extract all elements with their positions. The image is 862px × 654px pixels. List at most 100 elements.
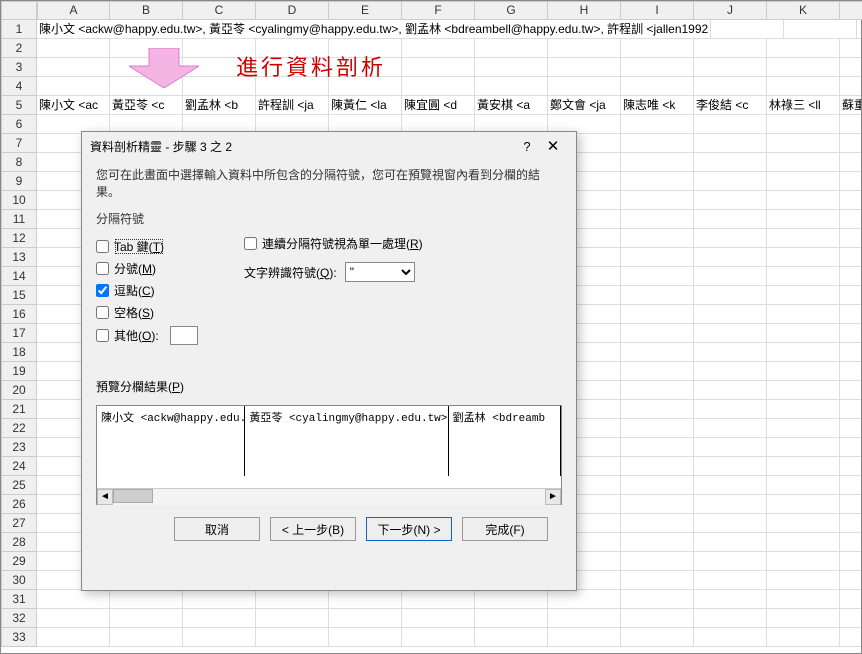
cell[interactable] <box>475 590 548 609</box>
cell[interactable] <box>621 286 694 305</box>
cell[interactable] <box>694 134 767 153</box>
cell[interactable] <box>767 248 840 267</box>
cell[interactable] <box>402 58 475 77</box>
cell[interactable] <box>694 305 767 324</box>
cell[interactable] <box>840 305 861 324</box>
cell[interactable] <box>548 58 621 77</box>
cell[interactable] <box>256 609 329 628</box>
cell[interactable] <box>256 628 329 647</box>
cell[interactable] <box>548 628 621 647</box>
cell[interactable] <box>840 457 861 476</box>
column-header[interactable]: K <box>767 1 840 20</box>
cell[interactable]: 陳小文 <ac <box>37 96 110 115</box>
delimiter-tab-label[interactable]: Tab 鍵(T) <box>114 238 164 255</box>
cell[interactable] <box>840 134 861 153</box>
cell[interactable]: 許程訓 <ja <box>256 96 329 115</box>
cell[interactable] <box>840 172 861 191</box>
cell[interactable] <box>767 438 840 457</box>
column-header[interactable]: H <box>548 1 621 20</box>
cell[interactable] <box>475 77 548 96</box>
cell[interactable] <box>840 362 861 381</box>
row-header[interactable]: 18 <box>1 343 37 362</box>
cell[interactable] <box>402 77 475 96</box>
cell[interactable] <box>840 628 861 647</box>
cell[interactable] <box>767 476 840 495</box>
delimiter-comma-label[interactable]: 逗點(C) <box>114 282 155 299</box>
cell[interactable] <box>694 267 767 286</box>
cell[interactable] <box>621 400 694 419</box>
row-header[interactable]: 16 <box>1 305 37 324</box>
cell[interactable] <box>621 134 694 153</box>
cell[interactable] <box>840 533 861 552</box>
row-header[interactable]: 4 <box>1 77 37 96</box>
select-all-corner[interactable] <box>1 1 37 20</box>
cell[interactable] <box>37 39 110 58</box>
cell[interactable] <box>475 39 548 58</box>
column-header[interactable]: I <box>621 1 694 20</box>
cell[interactable] <box>840 419 861 438</box>
cell[interactable] <box>548 590 621 609</box>
cell[interactable] <box>37 58 110 77</box>
cell[interactable] <box>767 324 840 343</box>
cell[interactable] <box>402 609 475 628</box>
cell[interactable] <box>767 191 840 210</box>
row-header[interactable]: 25 <box>1 476 37 495</box>
cell[interactable]: 陳小文 <ackw@happy.edu.tw>, 黃亞苓 <cyalingmy@… <box>37 20 711 39</box>
cell[interactable] <box>548 609 621 628</box>
cell[interactable] <box>694 476 767 495</box>
cell[interactable] <box>840 77 861 96</box>
cell[interactable]: 陳志唯 <k <box>621 96 694 115</box>
cell[interactable]: 陳黃仁 <la <box>329 96 402 115</box>
next-button[interactable]: 下一步(N) > <box>366 517 452 541</box>
row-header[interactable]: 8 <box>1 153 37 172</box>
cell[interactable] <box>621 590 694 609</box>
cell[interactable] <box>840 476 861 495</box>
column-header[interactable]: E <box>329 1 402 20</box>
cell[interactable] <box>621 248 694 267</box>
column-header[interactable]: J <box>694 1 767 20</box>
row-header[interactable]: 6 <box>1 115 37 134</box>
cell[interactable] <box>767 172 840 191</box>
consecutive-checkbox[interactable] <box>244 237 257 250</box>
finish-button[interactable]: 完成(F) <box>462 517 548 541</box>
row-header[interactable]: 17 <box>1 324 37 343</box>
delimiter-space-label[interactable]: 空格(S) <box>114 304 154 321</box>
cell[interactable] <box>621 115 694 134</box>
cell[interactable] <box>37 590 110 609</box>
row-header[interactable]: 9 <box>1 172 37 191</box>
cell[interactable] <box>840 381 861 400</box>
delimiter-other-checkbox[interactable] <box>96 329 109 342</box>
cell[interactable] <box>329 590 402 609</box>
cell[interactable] <box>475 58 548 77</box>
cell[interactable] <box>840 343 861 362</box>
row-header[interactable]: 5 <box>1 96 37 115</box>
cell[interactable] <box>694 362 767 381</box>
cell[interactable] <box>840 153 861 172</box>
row-header[interactable]: 22 <box>1 419 37 438</box>
cell[interactable] <box>767 590 840 609</box>
cell[interactable] <box>621 495 694 514</box>
cell[interactable] <box>621 628 694 647</box>
cell[interactable] <box>694 58 767 77</box>
cell[interactable] <box>840 571 861 590</box>
cell[interactable] <box>621 609 694 628</box>
cell[interactable] <box>694 77 767 96</box>
preview-scrollbar[interactable]: ◄ ► <box>97 488 561 504</box>
column-header[interactable]: B <box>110 1 183 20</box>
cell[interactable] <box>840 39 861 58</box>
cell[interactable] <box>621 362 694 381</box>
delimiter-tab-checkbox[interactable] <box>96 240 109 253</box>
back-button[interactable]: < 上一步(B) <box>270 517 356 541</box>
cell[interactable] <box>548 77 621 96</box>
cell[interactable] <box>694 628 767 647</box>
row-header[interactable]: 3 <box>1 58 37 77</box>
cell[interactable] <box>767 495 840 514</box>
cell[interactable] <box>621 533 694 552</box>
cell[interactable] <box>840 514 861 533</box>
cell[interactable] <box>694 571 767 590</box>
cell[interactable] <box>694 248 767 267</box>
cell[interactable] <box>767 77 840 96</box>
cell[interactable] <box>767 229 840 248</box>
cell[interactable] <box>621 229 694 248</box>
cell[interactable] <box>621 381 694 400</box>
